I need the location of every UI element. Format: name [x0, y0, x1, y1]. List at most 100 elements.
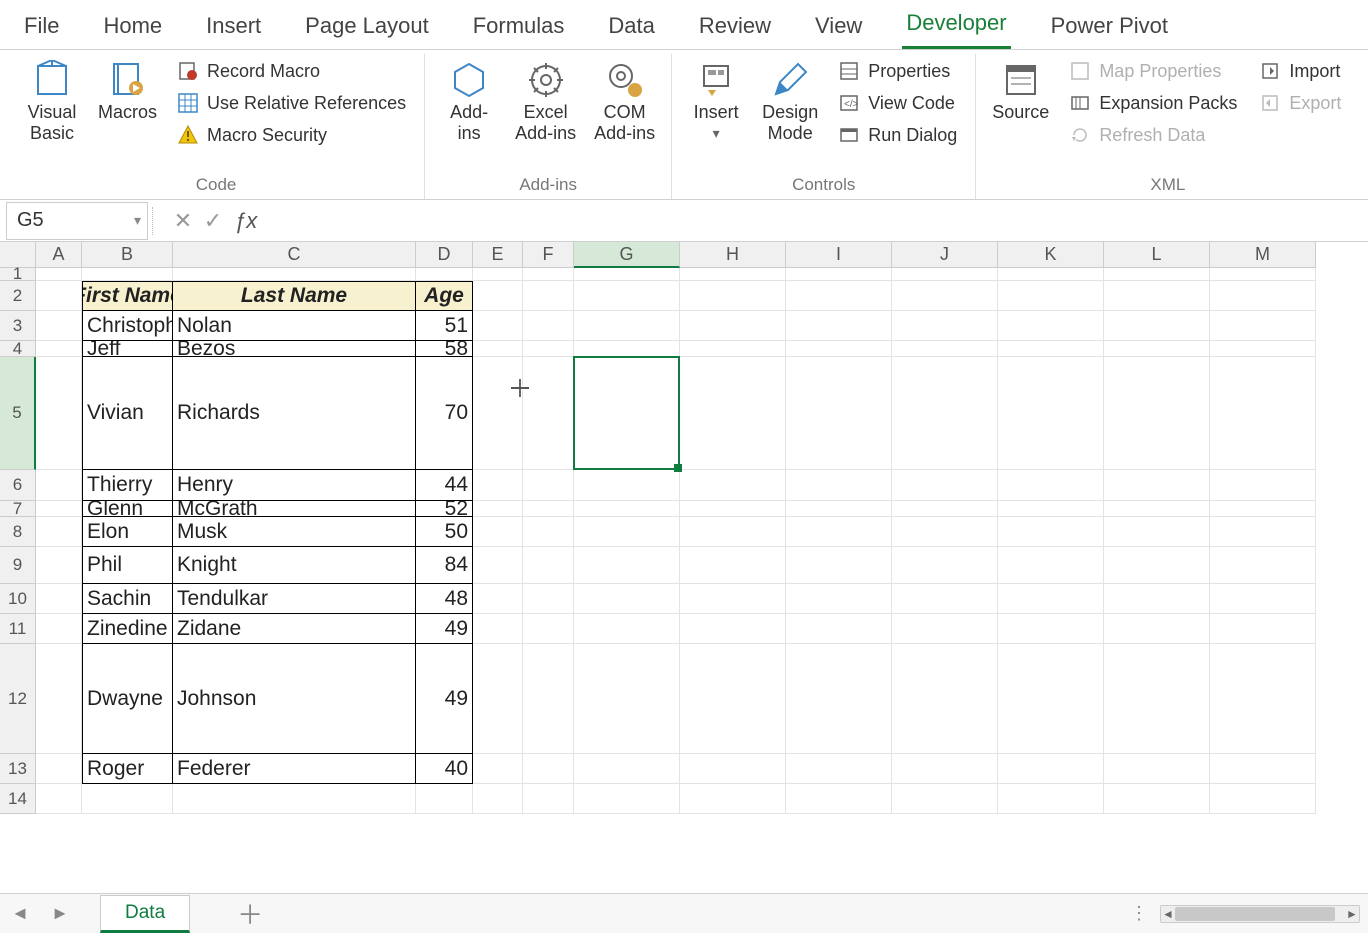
cell-C2[interactable]: Last Name [173, 281, 416, 311]
tab-data[interactable]: Data [604, 5, 658, 49]
cell-M6[interactable] [1210, 470, 1316, 501]
tab-power-pivot[interactable]: Power Pivot [1047, 5, 1172, 49]
cell-G12[interactable] [574, 644, 680, 754]
cell-M10[interactable] [1210, 584, 1316, 614]
cell-A13[interactable] [36, 754, 82, 784]
cell-E7[interactable] [473, 501, 523, 517]
cell-K6[interactable] [998, 470, 1104, 501]
column-header-B[interactable]: B [82, 242, 173, 268]
cell-D11[interactable]: 49 [416, 614, 473, 644]
cell-F14[interactable] [523, 784, 574, 814]
tab-formulas[interactable]: Formulas [469, 5, 569, 49]
cell-I2[interactable] [786, 281, 892, 311]
tab-page-layout[interactable]: Page Layout [301, 5, 433, 49]
row-header-12[interactable]: 12 [0, 644, 36, 754]
cell-L3[interactable] [1104, 311, 1210, 341]
cell-K13[interactable] [998, 754, 1104, 784]
cell-J13[interactable] [892, 754, 998, 784]
cell-K7[interactable] [998, 501, 1104, 517]
cell-G14[interactable] [574, 784, 680, 814]
cell-B8[interactable]: Elon [82, 517, 173, 547]
design-mode-button[interactable]: Design Mode [758, 56, 822, 147]
cell-J9[interactable] [892, 547, 998, 584]
scroll-thumb[interactable] [1175, 907, 1335, 921]
cell-I3[interactable] [786, 311, 892, 341]
cell-M1[interactable] [1210, 268, 1316, 281]
cell-E5[interactable] [473, 357, 523, 470]
cell-C9[interactable]: Knight [173, 547, 416, 584]
cell-A3[interactable] [36, 311, 82, 341]
scroll-left-icon[interactable]: ◄ [1161, 906, 1175, 922]
cell-F2[interactable] [523, 281, 574, 311]
tab-file[interactable]: File [20, 5, 63, 49]
cell-A4[interactable] [36, 341, 82, 357]
cell-K4[interactable] [998, 341, 1104, 357]
macros-button[interactable]: Macros [94, 56, 161, 127]
fx-icon[interactable]: ƒx [228, 208, 263, 234]
cell-C13[interactable]: Federer [173, 754, 416, 784]
sheet-nav-next[interactable]: ► [40, 903, 80, 924]
cell-D9[interactable]: 84 [416, 547, 473, 584]
cell-M9[interactable] [1210, 547, 1316, 584]
cell-H8[interactable] [680, 517, 786, 547]
cell-L6[interactable] [1104, 470, 1210, 501]
formula-input[interactable] [263, 200, 1368, 241]
cell-J1[interactable] [892, 268, 998, 281]
tab-developer[interactable]: Developer [902, 2, 1010, 49]
cell-E11[interactable] [473, 614, 523, 644]
cell-G11[interactable] [574, 614, 680, 644]
spreadsheet-grid[interactable]: ABCDEFGHIJKLM 1234567891011121314 First … [0, 242, 1368, 874]
cell-F5[interactable] [523, 357, 574, 470]
export-button[interactable]: Export [1253, 90, 1347, 116]
cell-J3[interactable] [892, 311, 998, 341]
cell-B11[interactable]: Zinedine [82, 614, 173, 644]
cell-F1[interactable] [523, 268, 574, 281]
cell-E9[interactable] [473, 547, 523, 584]
cell-K10[interactable] [998, 584, 1104, 614]
cell-A6[interactable] [36, 470, 82, 501]
row-header-13[interactable]: 13 [0, 754, 36, 784]
import-button[interactable]: Import [1253, 58, 1347, 84]
cell-C1[interactable] [173, 268, 416, 281]
cell-K2[interactable] [998, 281, 1104, 311]
cell-G6[interactable] [574, 470, 680, 501]
cell-L13[interactable] [1104, 754, 1210, 784]
cell-H12[interactable] [680, 644, 786, 754]
sheet-tab-data[interactable]: Data [100, 895, 190, 933]
cell-L1[interactable] [1104, 268, 1210, 281]
cell-H5[interactable] [680, 357, 786, 470]
cell-H7[interactable] [680, 501, 786, 517]
cell-J4[interactable] [892, 341, 998, 357]
row-header-14[interactable]: 14 [0, 784, 36, 814]
cell-H1[interactable] [680, 268, 786, 281]
cell-A8[interactable] [36, 517, 82, 547]
cell-K8[interactable] [998, 517, 1104, 547]
visual-basic-button[interactable]: Visual Basic [20, 56, 84, 147]
cell-I8[interactable] [786, 517, 892, 547]
macro-security-button[interactable]: Macro Security [171, 122, 412, 148]
cell-K14[interactable] [998, 784, 1104, 814]
cell-E4[interactable] [473, 341, 523, 357]
cell-area[interactable]: First NameLast NameAgeChristopherNolan51… [36, 268, 1316, 814]
cell-J11[interactable] [892, 614, 998, 644]
cell-I6[interactable] [786, 470, 892, 501]
tab-review[interactable]: Review [695, 5, 775, 49]
view-code-button[interactable]: </> View Code [832, 90, 963, 116]
cell-B9[interactable]: Phil [82, 547, 173, 584]
cell-D8[interactable]: 50 [416, 517, 473, 547]
column-header-M[interactable]: M [1210, 242, 1316, 268]
cell-F7[interactable] [523, 501, 574, 517]
cell-E6[interactable] [473, 470, 523, 501]
sheet-nav-prev[interactable]: ◄ [0, 903, 40, 924]
cell-C7[interactable]: McGrath [173, 501, 416, 517]
cell-G9[interactable] [574, 547, 680, 584]
cell-D13[interactable]: 40 [416, 754, 473, 784]
cell-B5[interactable]: Vivian [82, 357, 173, 470]
cell-G8[interactable] [574, 517, 680, 547]
cell-C12[interactable]: Johnson [173, 644, 416, 754]
cell-A5[interactable] [36, 357, 82, 470]
column-header-D[interactable]: D [416, 242, 473, 268]
column-header-H[interactable]: H [680, 242, 786, 268]
row-header-8[interactable]: 8 [0, 517, 36, 547]
cell-H2[interactable] [680, 281, 786, 311]
